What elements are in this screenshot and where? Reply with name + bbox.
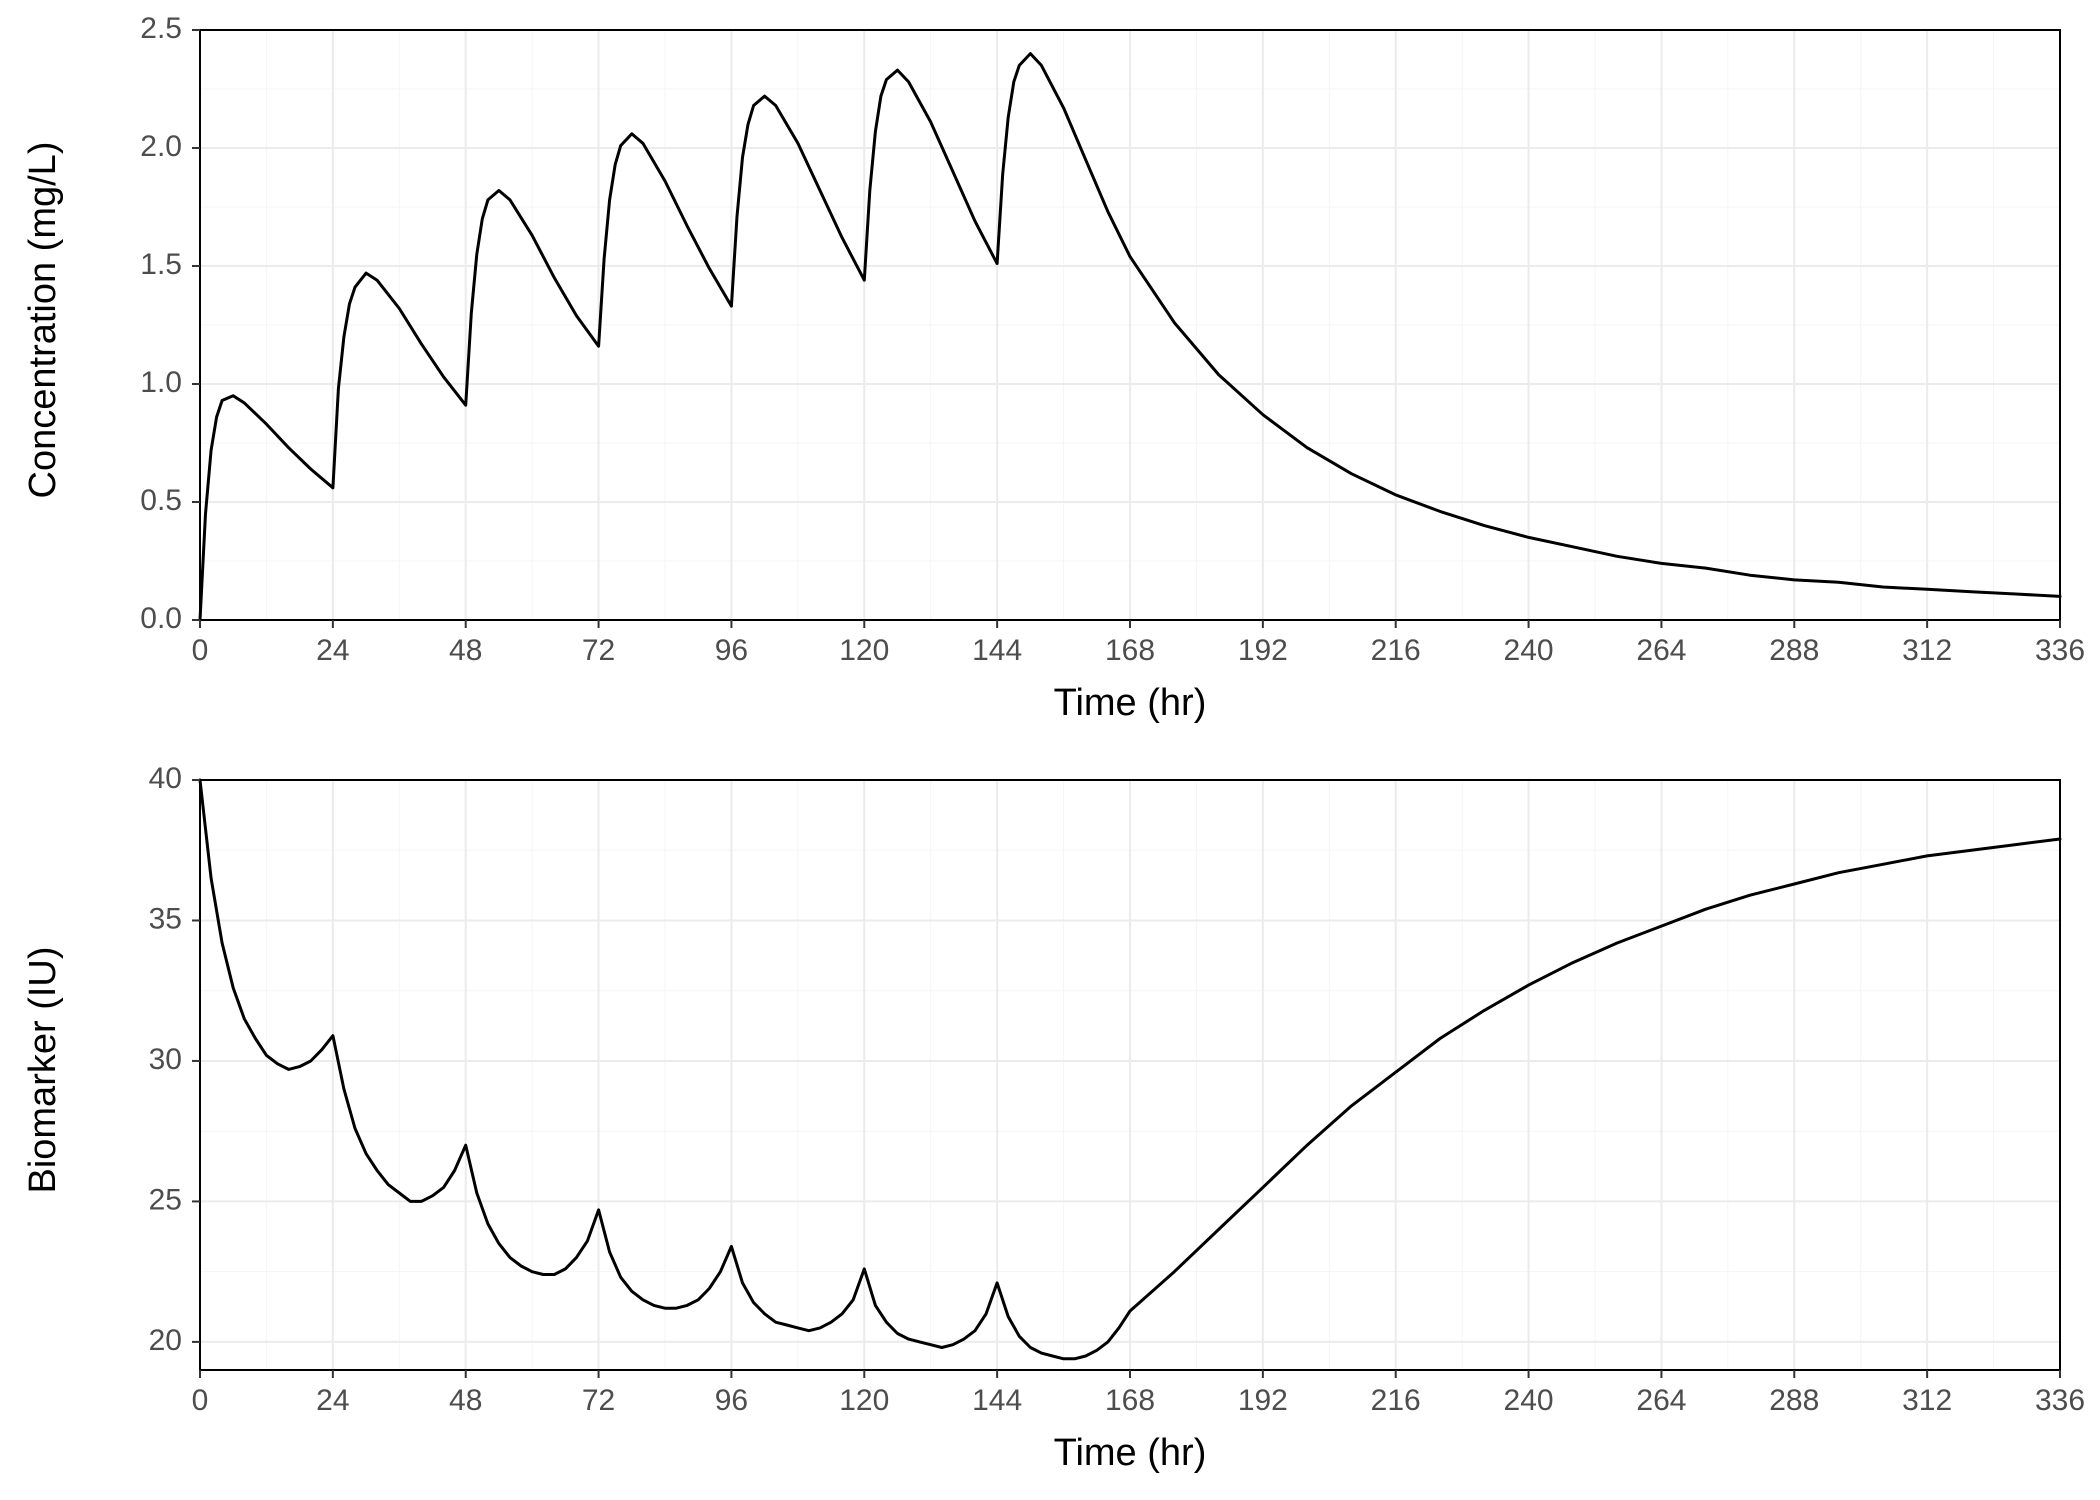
- x-tick-label: 168: [1105, 634, 1155, 667]
- x-tick-label: 312: [1902, 1384, 1952, 1417]
- y-tick-label: 40: [149, 762, 182, 795]
- x-tick-label: 24: [316, 634, 349, 667]
- concentration-panel: 0 24 48 72 96 120 144 168 192 216 240 264 288 312 336 0…: [0, 0, 2100, 750]
- x-tick-label: 312: [1902, 634, 1952, 667]
- x-tick-label: 0: [192, 1384, 209, 1417]
- y-tick-label: 0.5: [140, 484, 182, 517]
- x-tick-label: 168: [1105, 1384, 1155, 1417]
- x-tick-label: 72: [582, 1384, 615, 1417]
- x-tick-label: 216: [1371, 634, 1421, 667]
- x-tick-label: 96: [715, 1384, 748, 1417]
- y-tick-label: 25: [149, 1183, 182, 1216]
- biomarker-panel: 0 24 48 72 96 120 144 168 192 216 240 264 288 312 336 2…: [0, 750, 2100, 1500]
- x-tick-label: 144: [972, 1384, 1022, 1417]
- x-tick-label: 240: [1504, 1384, 1554, 1417]
- x-tick-label: 48: [449, 634, 482, 667]
- x-tick-label: 120: [839, 634, 889, 667]
- x-axis-title: Time (hr): [1054, 1432, 1207, 1474]
- y-tick-label: 35: [149, 902, 182, 935]
- x-tick-label: 144: [972, 634, 1022, 667]
- x-tick-label: 96: [715, 634, 748, 667]
- x-tick-label: 192: [1238, 1384, 1288, 1417]
- y-tick-label: 2.0: [140, 130, 182, 163]
- y-tick-label: 1.5: [140, 248, 182, 281]
- y-tick-label: 1.0: [140, 366, 182, 399]
- y-tick-label: 30: [149, 1043, 182, 1076]
- x-tick-label: 336: [2035, 1384, 2085, 1417]
- biomarker-plot: 0 24 48 72 96 120 144 168 192 216 240 264 288 312 336 2…: [0, 750, 2100, 1500]
- x-tick-label: 120: [839, 1384, 889, 1417]
- y-tick-label: 20: [149, 1324, 182, 1357]
- x-tick-label: 24: [316, 1384, 349, 1417]
- x-tick-label: 288: [1769, 1384, 1819, 1417]
- y-tick-label: 0.0: [140, 602, 182, 635]
- x-tick-label: 216: [1371, 1384, 1421, 1417]
- x-tick-label: 192: [1238, 634, 1288, 667]
- concentration-plot: 0 24 48 72 96 120 144 168 192 216 240 264 288 312 336 0…: [0, 0, 2100, 750]
- y-tick-label: 2.5: [140, 12, 182, 45]
- y-axis-title: Concentration (mg/L): [22, 142, 64, 499]
- x-tick-label: 0: [192, 634, 209, 667]
- x-tick-label: 72: [582, 634, 615, 667]
- x-tick-label: 288: [1769, 634, 1819, 667]
- x-tick-label: 264: [1636, 634, 1686, 667]
- x-tick-label: 264: [1636, 1384, 1686, 1417]
- chart-page: 0244872961201441681922162402642883123360…: [0, 0, 2100, 1500]
- x-tick-label: 48: [449, 1384, 482, 1417]
- y-axis-title: Biomarker (IU): [22, 946, 64, 1193]
- x-tick-label: 336: [2035, 634, 2085, 667]
- x-tick-label: 240: [1504, 634, 1554, 667]
- x-axis-title: Time (hr): [1054, 682, 1207, 724]
